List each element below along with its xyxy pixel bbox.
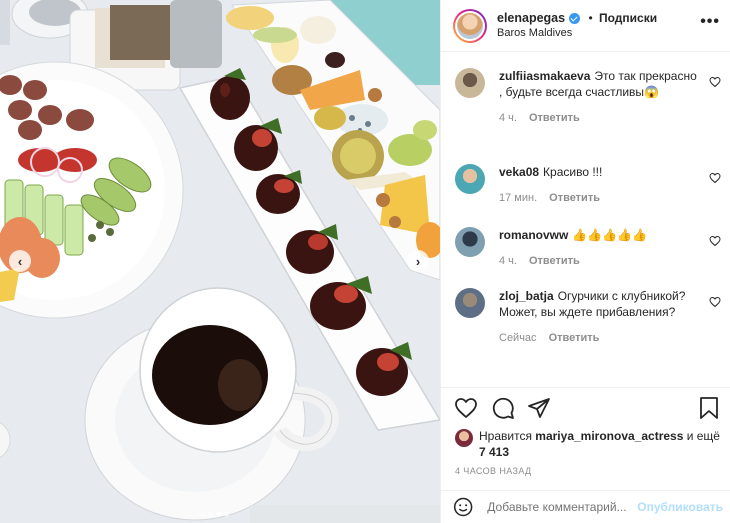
chevron-left-icon: ‹ xyxy=(17,253,23,269)
like-comment-heart-icon[interactable] xyxy=(709,235,721,247)
likes-middle: и ещё xyxy=(683,429,720,443)
carousel-dot xyxy=(200,512,205,517)
header-separator: • xyxy=(588,10,593,25)
chevron-right-icon: › xyxy=(415,253,421,269)
food-photo-illustration xyxy=(0,0,440,523)
author-avatar[interactable] xyxy=(453,8,487,43)
post-location[interactable]: Baros Maldives xyxy=(497,26,657,41)
like-comment-heart-icon[interactable] xyxy=(709,76,721,88)
post-side-panel: elenapegas • Подписки Baros Maldives •••… xyxy=(440,0,730,523)
commenter-avatar[interactable] xyxy=(455,227,485,257)
reply-button[interactable]: Ответить xyxy=(529,112,580,124)
emoji-icon[interactable] xyxy=(453,495,473,519)
liker-username[interactable]: mariya_mironova_actress xyxy=(535,429,683,443)
comment-item: zulfiiasmakaeva Это так прекрасно , будьт… xyxy=(455,68,725,126)
commenter-avatar[interactable] xyxy=(455,288,485,318)
post-header: elenapegas • Подписки Baros Maldives ••• xyxy=(441,0,730,52)
commenter-avatar[interactable] xyxy=(455,68,485,98)
comment-item: romanovww 👍👍👍👍👍 4 ч. Ответить xyxy=(455,227,725,269)
likes-summary: Нравится mariya_mironova_actress и ещё 7… xyxy=(455,428,725,460)
carousel-dot xyxy=(224,512,229,517)
comment-username[interactable]: zloj_batja xyxy=(499,289,554,303)
comment-username[interactable]: veka08 xyxy=(499,165,539,179)
carousel-indicator xyxy=(200,512,229,517)
bookmark-save-icon[interactable] xyxy=(697,396,721,420)
comment-time: Сейчас xyxy=(499,332,537,344)
comment-item: zloj_batja Огурчики с клубникой? Может, в… xyxy=(455,288,725,346)
add-comment-bar: Опубликовать xyxy=(441,490,730,523)
like-heart-icon[interactable] xyxy=(454,396,478,420)
post-actions-bar xyxy=(441,387,730,427)
post-photo[interactable]: ‹ › xyxy=(0,0,440,523)
comment-username[interactable]: zulfiiasmakaeva xyxy=(499,69,590,83)
comment-time: 4 ч. xyxy=(499,112,517,124)
comment-username[interactable]: romanovww xyxy=(499,228,568,242)
author-username[interactable]: elenapegas xyxy=(497,11,581,26)
comment-input[interactable] xyxy=(487,500,638,514)
like-comment-heart-icon[interactable] xyxy=(709,172,721,184)
like-comment-heart-icon[interactable] xyxy=(709,296,721,308)
comment-text: 👍👍👍👍👍 xyxy=(572,228,648,242)
more-options-icon[interactable]: ••• xyxy=(700,13,720,31)
reply-button[interactable]: Ответить xyxy=(549,332,600,344)
share-direct-icon[interactable] xyxy=(527,396,551,420)
following-button[interactable]: Подписки xyxy=(599,11,657,25)
comment-item: veka08 Красиво !!! 17 мин. Ответить xyxy=(455,164,725,206)
comment-time: 17 мин. xyxy=(499,192,538,204)
likes-prefix: Нравится xyxy=(479,429,536,443)
reply-button[interactable]: Ответить xyxy=(529,255,580,267)
likes-count[interactable]: 7 413 xyxy=(479,445,509,459)
commenter-avatar[interactable] xyxy=(455,164,485,194)
previous-photo-button[interactable]: ‹ xyxy=(9,250,31,272)
comment-time: 4 ч. xyxy=(499,255,517,267)
post-timestamp[interactable]: 4 ЧАСОВ НАЗАД xyxy=(455,466,532,476)
comment-text: Красиво !!! xyxy=(543,165,603,179)
carousel-dot xyxy=(208,512,213,517)
reply-button[interactable]: Ответить xyxy=(549,192,600,204)
next-photo-button[interactable]: › xyxy=(407,250,429,272)
carousel-dot-active xyxy=(216,512,221,517)
publish-button[interactable]: Опубликовать xyxy=(637,500,723,514)
liker-avatar[interactable] xyxy=(455,429,473,447)
verified-badge-icon xyxy=(569,12,581,24)
comment-bubble-icon[interactable] xyxy=(491,396,515,420)
